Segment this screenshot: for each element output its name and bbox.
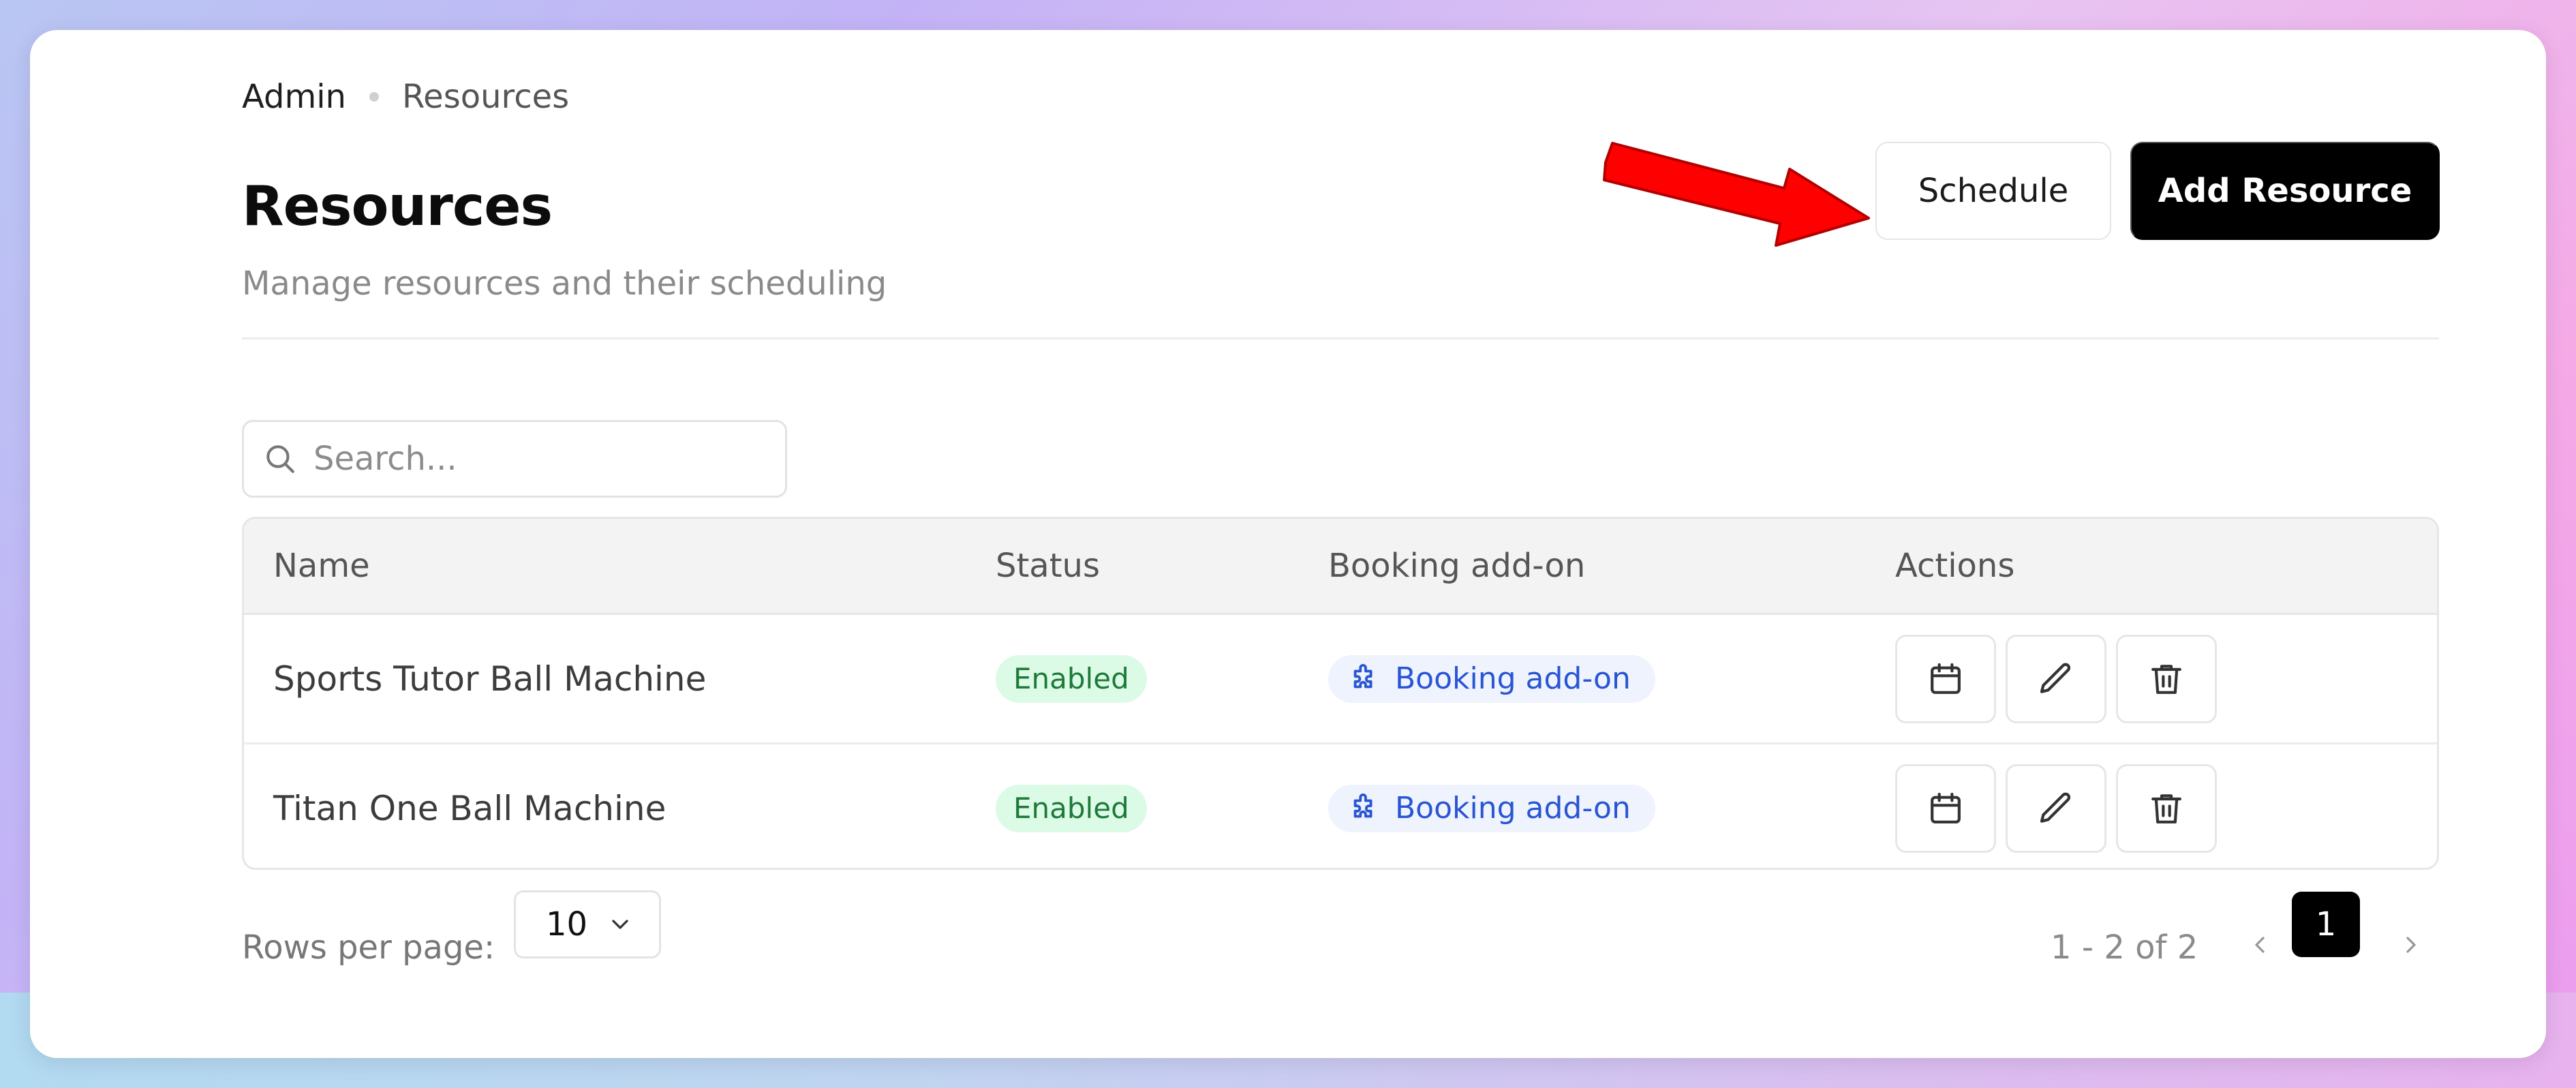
booking-addon-badge: Booking add-on: [1328, 654, 1655, 703]
pencil-icon: [2040, 792, 2071, 823]
trash-icon: [2151, 664, 2181, 694]
resource-name: Sports Tutor Ball Machine: [273, 659, 707, 699]
breadcrumb-current: Resources: [401, 78, 570, 116]
pagination-range: 1 - 2 of 2: [2051, 928, 2198, 967]
add-resource-button[interactable]: Add Resource: [2130, 142, 2440, 240]
rows-per-page-select[interactable]: 10: [514, 890, 661, 958]
chevron-down-icon: [612, 920, 628, 929]
content-area: Admin Resources Resources Manage resourc…: [211, 30, 2440, 1058]
booking-addon-label: Booking add-on: [1395, 661, 1631, 696]
column-header-name[interactable]: Name: [273, 519, 370, 613]
header-divider: [242, 337, 2439, 339]
calendar-icon: [1931, 663, 1961, 694]
breadcrumb-admin[interactable]: Admin: [242, 78, 346, 116]
edit-button[interactable]: [2006, 634, 2106, 723]
rows-per-page-value: 10: [546, 905, 588, 943]
puzzle-icon: [1353, 663, 1373, 688]
search-box: [242, 420, 787, 498]
calendar-icon: [1931, 792, 1961, 823]
status-badge: Enabled: [996, 654, 1147, 703]
annotation-arrow-icon: [1603, 142, 1870, 247]
booking-addon-badge: Booking add-on: [1328, 784, 1655, 832]
page-title: Resources: [242, 175, 553, 238]
breadcrumb-separator-dot: [369, 92, 379, 102]
page-subtitle: Manage resources and their scheduling: [242, 265, 887, 303]
resource-name: Titan One Ball Machine: [273, 788, 666, 828]
column-header-actions: Actions: [1895, 547, 2015, 585]
resources-table: Name Status Booking add-on Actions Sport…: [242, 517, 2439, 870]
puzzle-icon: [1353, 793, 1373, 817]
page-button-current[interactable]: 1: [2292, 892, 2360, 957]
table-row[interactable]: Titan One Ball Machine Enabled Booking a…: [244, 744, 2437, 868]
table-row[interactable]: Sports Tutor Ball Machine Enabled Bookin…: [244, 615, 2437, 744]
breadcrumb: Admin Resources: [242, 75, 569, 119]
pencil-icon: [2040, 663, 2071, 693]
search-icon: [266, 445, 294, 473]
table-header: Name Status Booking add-on Actions: [244, 519, 2437, 615]
delete-button[interactable]: [2116, 634, 2217, 723]
chevron-left-icon[interactable]: [2246, 931, 2273, 958]
schedule-row-button[interactable]: [1895, 634, 1996, 723]
column-header-status[interactable]: Status: [996, 519, 1100, 613]
rows-per-page-label: Rows per page:: [242, 928, 495, 967]
main-card: Admin Resources Resources Manage resourc…: [30, 30, 2546, 1058]
delete-button[interactable]: [2116, 764, 2217, 853]
status-badge: Enabled: [996, 784, 1147, 832]
column-header-booking-addon[interactable]: Booking add-on: [1328, 519, 1585, 613]
chevron-right-icon[interactable]: [2397, 931, 2425, 958]
edit-button[interactable]: [2006, 764, 2106, 853]
schedule-row-button[interactable]: [1895, 764, 1996, 853]
schedule-button[interactable]: Schedule: [1875, 142, 2111, 240]
search-input[interactable]: [312, 439, 751, 479]
booking-addon-label: Booking add-on: [1395, 791, 1631, 826]
trash-icon: [2151, 794, 2181, 823]
